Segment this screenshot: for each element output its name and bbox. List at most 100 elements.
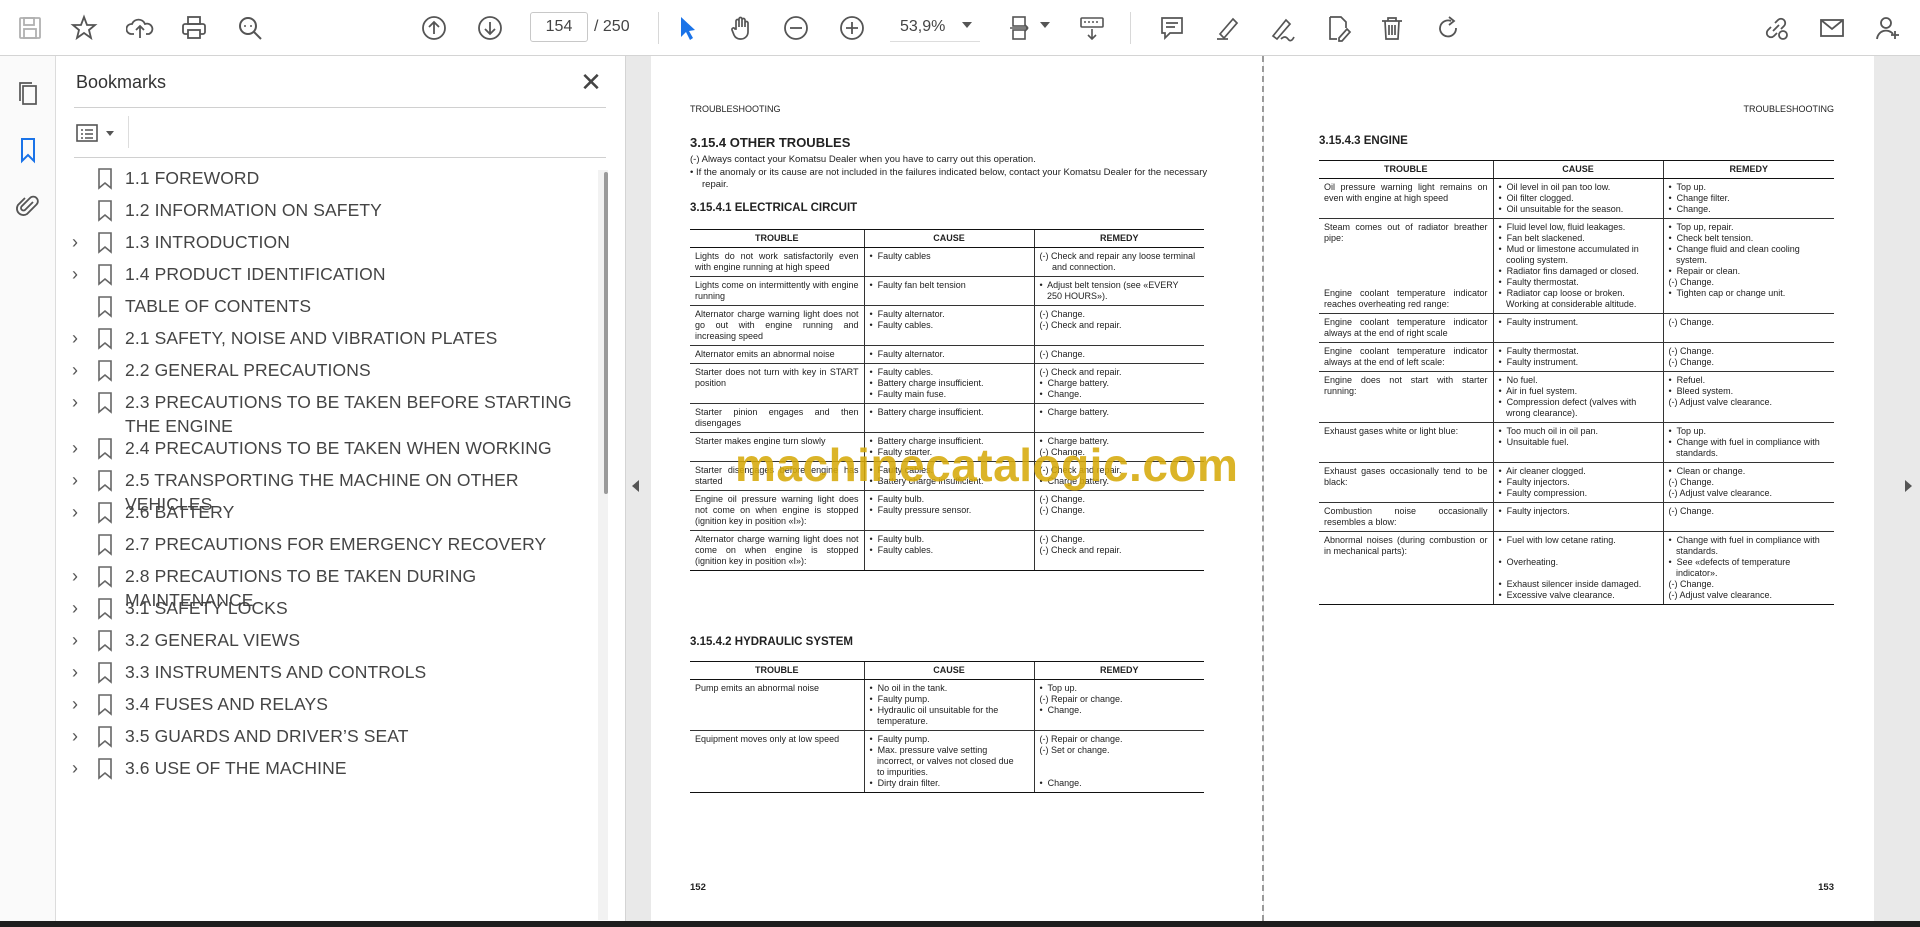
cause-cell: • Faulty thermostat. • Faulty instrument. <box>1492 342 1663 372</box>
chevron-right-icon[interactable]: › <box>72 233 86 251</box>
bookmark-item[interactable]: TABLE OF CONTENTS <box>56 294 601 320</box>
bookmark-item[interactable]: › 2.1 SAFETY, NOISE AND VIBRATION PLATES <box>56 326 601 352</box>
bookmark-icon <box>97 534 113 556</box>
find-icon[interactable] <box>232 10 268 46</box>
highlight-icon[interactable] <box>1210 10 1246 46</box>
bookmark-item[interactable]: › 2.5 TRANSPORTING THE MACHINE ON OTHER V… <box>56 468 601 514</box>
keyboard-scroll-icon[interactable] <box>1074 10 1110 46</box>
remedy-line: • Adjust belt tension (see «EVERY <box>1039 280 1179 290</box>
list-options-icon <box>76 124 98 142</box>
remedy-cell: • Top up. • Change with fuel in complianc… <box>1662 422 1834 463</box>
bookmark-item[interactable]: 1.1 FOREWORD <box>56 166 601 192</box>
cause-line: • Faulty cables. <box>869 367 934 377</box>
cause-line: • Faulty injectors. <box>1498 506 1570 516</box>
chevron-right-icon[interactable]: › <box>72 631 86 649</box>
remedy-cell: • Adjust belt tension (see «EVERY 250 HO… <box>1033 276 1204 306</box>
chevron-right-icon[interactable]: › <box>72 439 86 457</box>
fit-page-icon[interactable] <box>1004 10 1040 46</box>
collapse-left-panel-icon[interactable] <box>632 480 639 492</box>
table-row: Alternator charge warning light does not… <box>690 530 1204 571</box>
page-thumbnails-icon[interactable] <box>10 76 46 112</box>
remedy-cell: • Top up. (-) Repair or change. • Change. <box>1033 679 1204 731</box>
bookmark-item[interactable]: › 3.4 FUSES AND RELAYS <box>56 692 601 718</box>
expand-right-panel-icon[interactable] <box>1905 480 1912 492</box>
remedy-line: • See «defects of temperature <box>1668 557 1791 567</box>
comment-icon[interactable] <box>1154 10 1190 46</box>
bookmark-item[interactable]: › 1.3 INTRODUCTION <box>56 230 601 256</box>
bookmark-item[interactable]: › 2.3 PRECAUTIONS TO BE TAKEN BEFORE STAR… <box>56 390 601 436</box>
chevron-right-icon[interactable]: › <box>72 503 86 521</box>
chevron-right-icon[interactable]: › <box>72 663 86 681</box>
rotate-icon[interactable] <box>1430 10 1466 46</box>
remedy-line: • Top up. <box>1668 426 1707 436</box>
edit-document-icon[interactable] <box>1320 10 1356 46</box>
delete-icon[interactable] <box>1374 10 1410 46</box>
chevron-right-icon[interactable]: › <box>72 265 86 283</box>
bookmark-item[interactable]: › 2.4 PRECAUTIONS TO BE TAKEN WHEN WORKIN… <box>56 436 601 462</box>
bookmark-panel-icon[interactable] <box>10 132 46 168</box>
chevron-right-icon[interactable]: › <box>72 727 86 745</box>
select-cursor-icon[interactable] <box>668 10 704 46</box>
column-header: REMEDY <box>1662 160 1834 179</box>
cause-line: • Battery charge insufficient. <box>869 378 984 388</box>
bookmark-item[interactable]: › 1.4 PRODUCT IDENTIFICATION <box>56 262 601 288</box>
zoom-out-icon[interactable] <box>778 10 814 46</box>
remedy-line: (-) Change. <box>1668 277 1715 287</box>
bookmark-item[interactable]: › 3.1 SAFETY LOCKS <box>56 596 601 622</box>
chevron-right-icon[interactable]: › <box>72 567 86 585</box>
cause-line: • Faulty pump. <box>869 734 930 744</box>
bookmark-item[interactable]: › 2.6 BATTERY <box>56 500 601 526</box>
print-icon[interactable] <box>176 10 212 46</box>
table-row: Lights come on intermittently with engin… <box>690 276 1204 306</box>
bookmark-item[interactable]: › 3.2 GENERAL VIEWS <box>56 628 601 654</box>
chevron-down-icon[interactable] <box>1040 22 1050 28</box>
chevron-right-icon[interactable]: › <box>72 393 86 411</box>
chevron-right-icon[interactable]: › <box>72 599 86 617</box>
scrollbar-thumb[interactable] <box>604 172 608 494</box>
email-icon[interactable] <box>1814 10 1850 46</box>
bookmark-label: 3.5 GUARDS AND DRIVER’S SEAT <box>125 726 409 746</box>
zoom-in-icon[interactable] <box>834 10 870 46</box>
chevron-right-icon[interactable]: › <box>72 361 86 379</box>
bookmark-label: 1.4 PRODUCT IDENTIFICATION <box>125 264 386 284</box>
cause-line: • Faulty instrument. <box>1498 357 1579 367</box>
draw-signature-icon[interactable] <box>1264 10 1300 46</box>
hand-tool-icon[interactable] <box>724 10 760 46</box>
attachment-icon[interactable] <box>10 188 46 224</box>
cause-cell: • Too much oil in oil pan. • Unsuitable f… <box>1492 422 1663 463</box>
cause-line: • Faulty thermostat. <box>1498 346 1579 356</box>
column-header: CAUSE <box>1492 160 1663 179</box>
user-account-icon[interactable] <box>1870 10 1906 46</box>
bookmark-item[interactable]: › 2.2 GENERAL PRECAUTIONS <box>56 358 601 384</box>
chevron-right-icon[interactable]: › <box>72 695 86 713</box>
previous-page-icon[interactable] <box>416 10 452 46</box>
save-icon[interactable] <box>12 10 48 46</box>
remedy-cell: • Refuel. • Bleed system. (-) Adjust valve… <box>1662 371 1834 423</box>
remedy-line: • Charge battery. <box>1039 407 1110 417</box>
cause-line: wrong clearance). <box>1498 408 1578 418</box>
bookmark-item[interactable]: › 2.8 PRECAUTIONS TO BE TAKEN DURING MAIN… <box>56 564 601 610</box>
bookmark-options-button[interactable] <box>76 118 122 148</box>
bookmark-item[interactable]: › 3.6 USE OF THE MACHINE <box>56 756 601 782</box>
bookmark-item[interactable]: › 3.5 GUARDS AND DRIVER’S SEAT <box>56 724 601 750</box>
bookmark-item[interactable]: › 3.3 INSTRUMENTS AND CONTROLS <box>56 660 601 686</box>
bookmark-label: 1.2 INFORMATION ON SAFETY <box>125 200 382 220</box>
star-icon[interactable] <box>66 10 102 46</box>
subsection-heading: 3.15.4.2 HYDRAULIC SYSTEM <box>690 636 853 648</box>
chevron-right-icon[interactable]: › <box>72 329 86 347</box>
column-header: TROUBLE <box>690 661 864 680</box>
close-icon[interactable]: ✕ <box>576 68 606 98</box>
bookmark-icon <box>97 232 113 254</box>
bookmark-item[interactable]: 2.7 PRECAUTIONS FOR EMERGENCY RECOVERY <box>56 532 601 558</box>
chevron-right-icon[interactable]: › <box>72 471 86 489</box>
cause-line: • Hydraulic oil unsuitable for the <box>869 705 999 715</box>
upload-icon[interactable] <box>122 10 158 46</box>
chevron-down-icon[interactable] <box>962 22 972 28</box>
share-link-icon[interactable] <box>1758 10 1794 46</box>
chevron-right-icon[interactable]: › <box>72 759 86 777</box>
bookmark-item[interactable]: 1.2 INFORMATION ON SAFETY <box>56 198 601 224</box>
bookmark-icon <box>97 598 113 620</box>
page-number-input[interactable]: 154 <box>530 12 588 42</box>
next-page-icon[interactable] <box>472 10 508 46</box>
cause-cell: • Faulty injectors. <box>1492 502 1663 532</box>
